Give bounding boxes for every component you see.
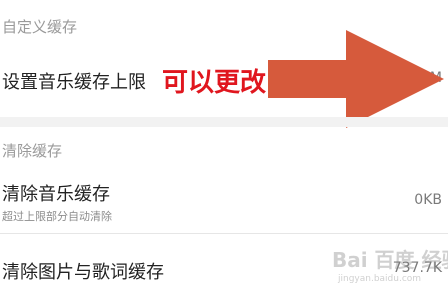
clear-cache-header: 清除缓存 [2, 142, 63, 160]
clear-image-lyrics-cache-label: 清除图片与歌词缓存 [2, 262, 164, 283]
arrow-right-icon [268, 30, 444, 128]
clear-music-cache-value: 0KB [414, 192, 442, 208]
arrow-shape [268, 30, 444, 128]
music-cache-limit-label: 设置音乐缓存上限 [2, 72, 146, 93]
row-divider [0, 233, 448, 234]
cache-settings-page: 自定义缓存 设置音乐缓存上限 150M 可以更改 清除缓存 清除音乐缓存 超过上… [0, 0, 448, 300]
baidu-watermark: Bai 百度 经验 [332, 248, 448, 272]
clear-music-cache-row[interactable]: 清除音乐缓存 超过上限部分自动清除 0KB [0, 176, 448, 234]
clear-music-cache-label: 清除音乐缓存 [2, 184, 110, 205]
annotation-text: 可以更改 [162, 68, 267, 98]
baidu-watermark-url: jingyan.baidu.com [338, 274, 422, 284]
clear-music-cache-subtitle: 超过上限部分自动清除 [2, 210, 112, 223]
section-divider [0, 117, 448, 127]
